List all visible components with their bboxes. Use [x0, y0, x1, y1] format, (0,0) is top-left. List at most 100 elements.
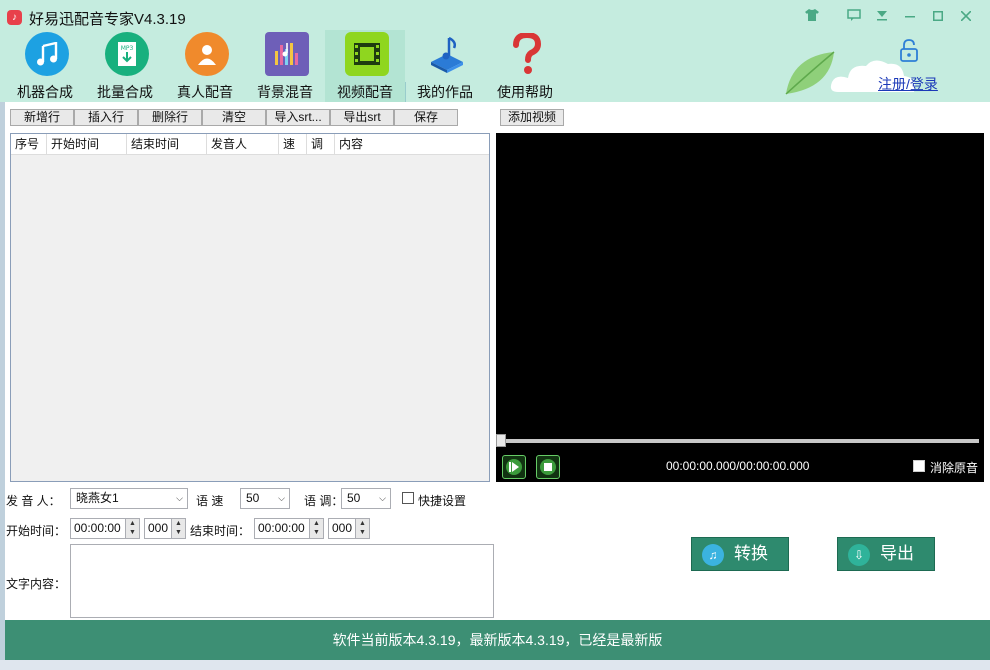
seek-bar[interactable]: [502, 439, 979, 443]
nav-batch-synthesis[interactable]: MP3 批量合成: [85, 30, 165, 102]
nav-my-works[interactable]: 我的作品: [405, 30, 485, 102]
nav-label: 使用帮助: [497, 84, 553, 100]
speaker-label: 发 音 人：: [6, 494, 61, 508]
column-start-time[interactable]: 开始时间: [47, 134, 127, 155]
app-logo-icon: ♪: [7, 10, 22, 25]
nav-label: 背景混音: [257, 84, 313, 100]
version-status-bar: 软件当前版本4.3.19，最新版本4.3.19，已经是最新版: [5, 620, 990, 660]
music-stand-icon: [425, 32, 469, 76]
end-ms-input[interactable]: 000: [328, 518, 356, 539]
nav-help[interactable]: 使用帮助: [485, 30, 565, 102]
speed-label: 语 速: [196, 494, 224, 508]
skin-shirt-icon[interactable]: [803, 8, 821, 26]
nav-background-mix[interactable]: 背景混音: [245, 30, 325, 102]
insert-row-button[interactable]: 插入行: [74, 109, 138, 126]
up-arrow-icon[interactable]: ▲: [126, 519, 139, 528]
lock-icon[interactable]: [898, 39, 920, 62]
video-preview[interactable]: 00:00:00.000/00:00:00.000 消除原音: [496, 133, 984, 482]
end-time-input[interactable]: 00:00:00: [254, 518, 310, 539]
up-arrow-icon[interactable]: ▲: [172, 519, 185, 528]
title-bar: ♪ 好易迅配音专家V4.3.19: [0, 0, 990, 34]
start-time-input[interactable]: 00:00:00: [70, 518, 126, 539]
music-note-icon: [25, 32, 69, 76]
save-button[interactable]: 保存: [394, 109, 458, 126]
start-ms-input[interactable]: 000: [144, 518, 172, 539]
export-button[interactable]: ⇩ 导出: [837, 537, 935, 571]
nav-human-voice[interactable]: 真人配音: [165, 30, 245, 102]
convert-label: 转换: [734, 544, 768, 563]
login-area: 注册/登录: [785, 34, 990, 102]
end-time-stepper[interactable]: ▲ ▼: [309, 518, 324, 539]
remove-original-audio-checkbox[interactable]: [913, 460, 925, 472]
end-ms-stepper[interactable]: ▲ ▼: [355, 518, 370, 539]
header: ♪ 好易迅配音专家V4.3.19 机器合成 MP3 批量合成 真人配音 背景混音…: [0, 0, 990, 102]
seek-thumb[interactable]: [496, 434, 506, 447]
app-title: 好易迅配音专家V4.3.19: [29, 11, 186, 28]
dropdown-menu-icon[interactable]: [873, 8, 891, 26]
minimize-icon[interactable]: [901, 8, 919, 26]
delete-row-button[interactable]: 删除行: [138, 109, 202, 126]
nav-machine-synthesis[interactable]: 机器合成: [5, 30, 85, 102]
down-arrow-icon[interactable]: ▼: [172, 528, 185, 537]
quick-settings-checkbox[interactable]: [402, 492, 414, 504]
pitch-value: 50: [347, 491, 361, 505]
svg-text:MP3: MP3: [121, 45, 134, 52]
down-arrow-icon[interactable]: ▼: [310, 528, 323, 537]
convert-button[interactable]: ♫ 转换: [691, 537, 789, 571]
down-arrow-icon[interactable]: ▼: [356, 528, 369, 537]
equalizer-icon: [265, 32, 309, 76]
mp3-download-icon: MP3: [105, 32, 149, 76]
start-time-stepper[interactable]: ▲ ▼: [125, 518, 140, 539]
column-speaker[interactable]: 发音人: [207, 134, 279, 155]
maximize-icon[interactable]: [929, 8, 947, 26]
add-row-button[interactable]: 新增行: [10, 109, 74, 126]
message-icon[interactable]: [845, 8, 863, 26]
music-note-icon: ♫: [702, 544, 724, 566]
person-icon: [185, 32, 229, 76]
speaker-value: 晓燕女1: [76, 491, 119, 505]
remove-original-audio-label: 消除原音: [930, 461, 979, 475]
up-arrow-icon[interactable]: ▲: [356, 519, 369, 528]
play-icon: [506, 459, 522, 475]
quick-settings-label: 快捷设置: [418, 494, 467, 508]
start-ms-stepper[interactable]: ▲ ▼: [171, 518, 186, 539]
play-button[interactable]: [502, 455, 526, 479]
column-pitch[interactable]: 调: [307, 134, 335, 155]
close-icon[interactable]: [957, 8, 975, 26]
nav-video-dubbing[interactable]: 视频配音: [325, 30, 405, 102]
stop-button[interactable]: [536, 455, 560, 479]
chevron-down-icon: ⌵: [278, 493, 285, 503]
time-display: 00:00:00.000/00:00:00.000: [666, 459, 810, 473]
stop-icon: [540, 459, 556, 475]
window-left-edge: [0, 102, 5, 662]
nav-label: 批量合成: [97, 84, 153, 100]
question-icon: [505, 32, 549, 76]
clear-button[interactable]: 清空: [202, 109, 266, 126]
subtitle-table[interactable]: 序号 开始时间 结束时间 发音人 速 调 内容: [10, 133, 490, 482]
column-end-time[interactable]: 结束时间: [127, 134, 207, 155]
column-content[interactable]: 内容: [335, 134, 489, 155]
down-arrow-icon[interactable]: ▼: [126, 528, 139, 537]
text-content-input[interactable]: [70, 544, 494, 618]
register-login-link[interactable]: 注册/登录: [878, 74, 938, 94]
import-srt-button[interactable]: 导入srt...: [266, 109, 330, 126]
text-content-label: 文字内容：: [6, 577, 67, 591]
export-srt-button[interactable]: 导出srt: [330, 109, 394, 126]
chevron-down-icon: ⌵: [379, 493, 386, 503]
column-index[interactable]: 序号: [11, 134, 47, 155]
pitch-select[interactable]: 50 ⌵: [341, 488, 391, 509]
nav-label: 真人配音: [177, 84, 233, 100]
table-header: 序号 开始时间 结束时间 发音人 速 调 内容: [11, 134, 489, 155]
add-video-button[interactable]: 添加视频: [500, 109, 564, 126]
export-label: 导出: [880, 544, 914, 563]
end-time-label: 结束时间：: [190, 524, 251, 538]
speaker-select[interactable]: 晓燕女1 ⌵: [70, 488, 188, 509]
speed-select[interactable]: 50 ⌵: [240, 488, 290, 509]
up-arrow-icon[interactable]: ▲: [310, 519, 323, 528]
taskbar-strip: [0, 660, 990, 670]
column-speed[interactable]: 速: [279, 134, 307, 155]
chevron-down-icon: ⌵: [176, 493, 183, 503]
version-status-text: 软件当前版本4.3.19，最新版本4.3.19，已经是最新版: [332, 632, 663, 648]
nav-label: 机器合成: [17, 84, 73, 100]
start-time-label: 开始时间：: [6, 524, 67, 538]
